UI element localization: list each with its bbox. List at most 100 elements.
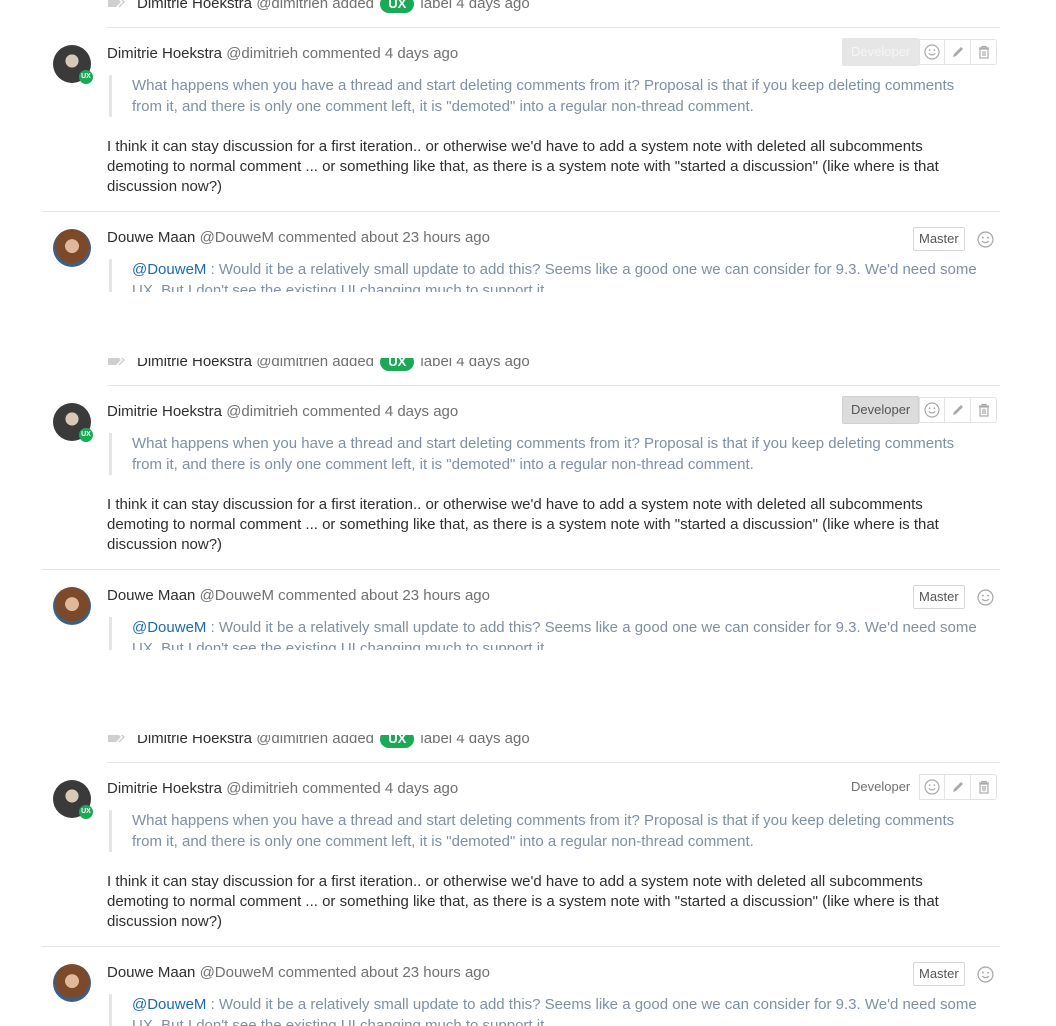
note-actions: Developer bbox=[842, 773, 998, 801]
role-badge-master: Master bbox=[913, 227, 965, 251]
delete-comment-button[interactable] bbox=[971, 774, 998, 800]
user-mention-link[interactable]: @DouweM bbox=[132, 261, 206, 278]
note-actions: Master bbox=[913, 225, 997, 253]
comment-time[interactable]: commented 4 days ago bbox=[302, 403, 458, 420]
comment-time[interactable]: commented about 23 hours ago bbox=[278, 964, 490, 981]
system-note-action: added bbox=[332, 358, 375, 370]
avatar[interactable] bbox=[53, 964, 91, 1002]
system-note-handle[interactable]: @dimitrieh bbox=[256, 358, 328, 370]
note-header: Dimitrie Hoekstra @dimitrieh commented 4… bbox=[107, 44, 458, 64]
author-handle[interactable]: @DouweM bbox=[200, 587, 274, 604]
avatar-ux-badge: UX bbox=[79, 70, 93, 84]
award-emoji-button[interactable] bbox=[919, 39, 946, 65]
note-actions: Master bbox=[913, 960, 997, 988]
author-handle[interactable]: @dimitrieh bbox=[226, 403, 298, 420]
delete-comment-button[interactable] bbox=[971, 39, 998, 65]
award-emoji-button[interactable] bbox=[919, 397, 946, 423]
smiley-icon bbox=[924, 779, 940, 795]
role-badge-master: Master bbox=[913, 585, 965, 609]
comment-variant-filled: Dimitrie Hoekstra @dimitrieh added UX la… bbox=[0, 358, 1056, 658]
note-actions: Developer bbox=[842, 396, 998, 424]
edit-comment-button[interactable] bbox=[945, 397, 972, 423]
comment-body: I think it can stay discussion for a fir… bbox=[107, 873, 939, 930]
smiley-icon bbox=[977, 588, 994, 606]
pencil-icon bbox=[952, 47, 963, 57]
author-name[interactable]: Dimitrie Hoekstra bbox=[107, 403, 222, 420]
quoted-text: What happens when you have a thread and … bbox=[109, 75, 959, 117]
system-note-handle[interactable]: @dimitrieh bbox=[256, 735, 328, 747]
author-handle[interactable]: @dimitrieh bbox=[226, 45, 298, 62]
delete-comment-button[interactable] bbox=[971, 397, 998, 423]
system-note-suffix: label 4 days ago bbox=[420, 0, 530, 12]
system-note-text: Dimitrie Hoekstra @dimitrieh added UX la… bbox=[137, 0, 530, 14]
quote-line: : Would it be a relatively small update … bbox=[206, 261, 977, 278]
edit-comment-button[interactable] bbox=[945, 774, 972, 800]
ux-label-badge[interactable]: UX bbox=[380, 735, 415, 748]
comment-time[interactable]: commented about 23 hours ago bbox=[278, 229, 490, 246]
divider bbox=[42, 569, 1000, 570]
smiley-icon bbox=[977, 230, 994, 248]
author-name[interactable]: Douwe Maan bbox=[107, 964, 195, 981]
system-note-author[interactable]: Dimitrie Hoekstra bbox=[137, 358, 252, 370]
author-handle[interactable]: @dimitrieh bbox=[226, 780, 298, 797]
avatar-ux-badge: UX bbox=[79, 805, 93, 819]
comment-body: I think it can stay discussion for a fir… bbox=[107, 138, 939, 195]
ux-label-badge[interactable]: UX bbox=[380, 358, 415, 371]
author-handle[interactable]: @DouweM bbox=[200, 229, 274, 246]
note-header: Douwe Maan @DouweM commented about 23 ho… bbox=[107, 228, 490, 248]
comment-variant-ghost: Dimitrie Hoekstra @dimitrieh added UX la… bbox=[0, 0, 1056, 300]
system-note-text: Dimitrie Hoekstra @dimitrieh added UX la… bbox=[137, 735, 530, 749]
award-emoji-button[interactable] bbox=[919, 774, 946, 800]
quote-line: UX. But I don't see the existing UI chan… bbox=[132, 1017, 549, 1026]
note-header: Dimitrie Hoekstra @dimitrieh commented 4… bbox=[107, 402, 458, 422]
avatar[interactable]: UX bbox=[53, 780, 93, 819]
quoted-text: What happens when you have a thread and … bbox=[109, 433, 959, 475]
ux-label-badge[interactable]: UX bbox=[380, 0, 415, 13]
avatar[interactable]: UX bbox=[53, 45, 93, 84]
divider bbox=[42, 211, 1000, 212]
avatar[interactable] bbox=[53, 229, 91, 267]
system-note-handle[interactable]: @dimitrieh bbox=[256, 0, 328, 12]
comment-time[interactable]: commented 4 days ago bbox=[302, 45, 458, 62]
system-note-author[interactable]: Dimitrie Hoekstra bbox=[137, 735, 252, 747]
user-mention-link[interactable]: @DouweM bbox=[132, 996, 206, 1013]
comment-body: I think it can stay discussion for a fir… bbox=[107, 496, 939, 553]
comment-time[interactable]: commented 4 days ago bbox=[302, 780, 458, 797]
smiley-icon bbox=[924, 402, 940, 418]
quote-line: : Would it be a relatively small update … bbox=[206, 996, 977, 1013]
award-emoji-button[interactable] bbox=[975, 228, 997, 250]
trash-icon bbox=[978, 780, 989, 794]
system-note-action: added bbox=[332, 0, 375, 12]
author-name[interactable]: Douwe Maan bbox=[107, 587, 195, 604]
edit-comment-button[interactable] bbox=[945, 39, 972, 65]
comment-variant-plain: Dimitrie Hoekstra @dimitrieh added UX la… bbox=[0, 735, 1056, 1026]
quoted-text: @DouweM : Would it be a relatively small… bbox=[109, 259, 989, 292]
system-note-author[interactable]: Dimitrie Hoekstra bbox=[137, 0, 252, 12]
user-mention-link[interactable]: @DouweM bbox=[132, 619, 206, 636]
tag-icon bbox=[108, 735, 125, 743]
system-note-action: added bbox=[332, 735, 375, 747]
smiley-icon bbox=[977, 965, 994, 983]
note-header: Dimitrie Hoekstra @dimitrieh commented 4… bbox=[107, 779, 458, 799]
role-badge-developer: Developer bbox=[851, 779, 911, 794]
award-emoji-button[interactable] bbox=[975, 586, 997, 608]
author-name[interactable]: Douwe Maan bbox=[107, 229, 195, 246]
comment-time[interactable]: commented about 23 hours ago bbox=[278, 587, 490, 604]
role-badge-master: Master bbox=[913, 962, 965, 986]
quote-line: UX. But I don't see the existing UI chan… bbox=[132, 640, 549, 650]
author-handle[interactable]: @DouweM bbox=[200, 964, 274, 981]
author-name[interactable]: Dimitrie Hoekstra bbox=[107, 45, 222, 62]
pencil-icon bbox=[952, 782, 963, 792]
divider bbox=[42, 946, 1000, 947]
quoted-text: @DouweM : Would it be a relatively small… bbox=[109, 617, 989, 650]
avatar[interactable] bbox=[53, 587, 91, 625]
role-badge-developer: Developer bbox=[842, 38, 920, 66]
avatar[interactable]: UX bbox=[53, 403, 93, 442]
pencil-icon bbox=[952, 405, 963, 415]
note-actions: Master bbox=[913, 583, 997, 611]
author-name[interactable]: Dimitrie Hoekstra bbox=[107, 780, 222, 797]
note-actions: Developer bbox=[842, 38, 998, 66]
award-emoji-button[interactable] bbox=[975, 963, 997, 985]
role-badge-developer: Developer bbox=[842, 396, 920, 424]
tag-icon bbox=[108, 0, 125, 8]
